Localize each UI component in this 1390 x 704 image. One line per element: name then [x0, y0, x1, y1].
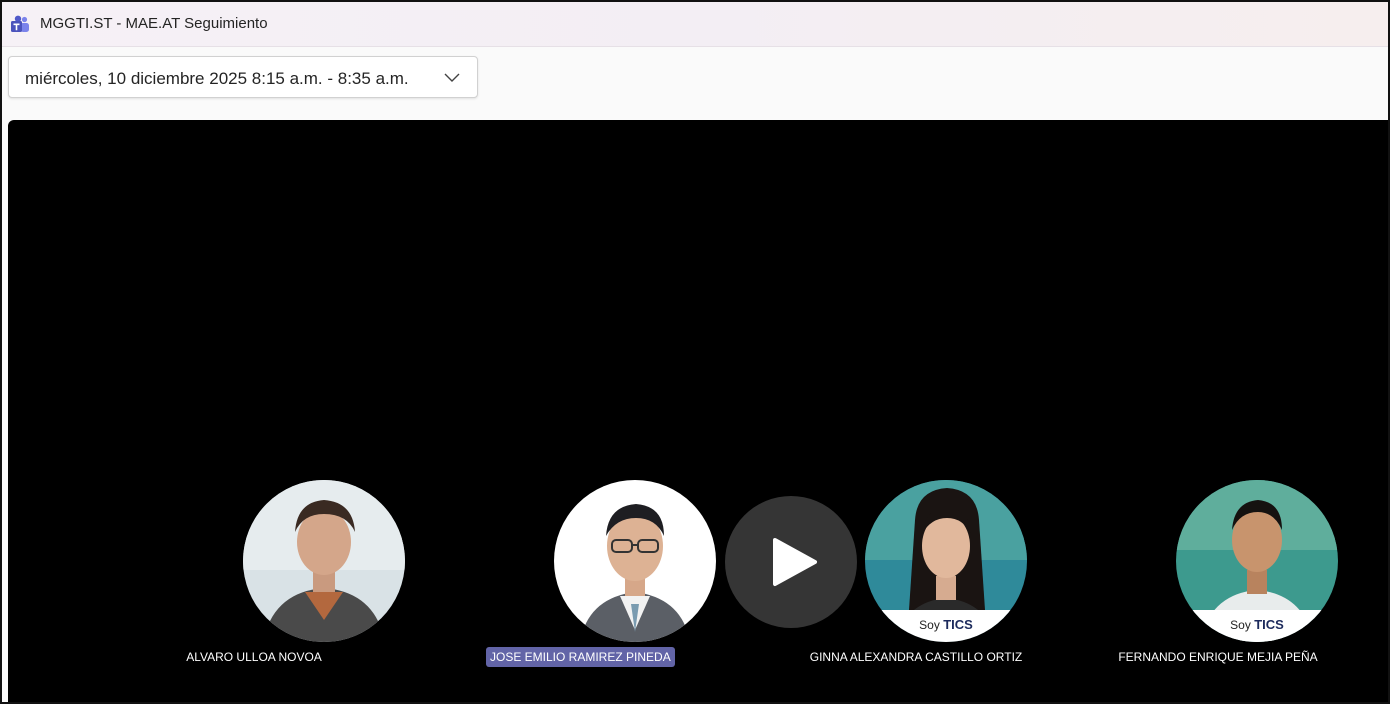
- participant-photo: [243, 480, 405, 642]
- participant-avatar: Soy TICS: [1176, 480, 1338, 642]
- participant-avatar: [243, 480, 405, 642]
- badge-brand: TICS: [943, 617, 973, 632]
- participant-avatar: Soy TICS: [865, 480, 1027, 642]
- participant-avatar: [554, 480, 716, 642]
- occurrence-date-label: miércoles, 10 diciembre 2025 8:15 a.m. -…: [25, 69, 409, 88]
- participant-name: FERNANDO ENRIQUE MEJIA PEÑA: [1118, 650, 1318, 664]
- participant-name-active: JOSE EMILIO RAMIREZ PINEDA: [486, 647, 675, 667]
- teams-icon: [11, 15, 29, 32]
- play-button[interactable]: [725, 496, 857, 628]
- occurrence-dropdown[interactable]: miércoles, 10 diciembre 2025 8:15 a.m. -…: [8, 56, 478, 98]
- badge-brand: TICS: [1254, 617, 1284, 632]
- participant-name: ALVARO ULLOA NOVOA: [186, 650, 322, 664]
- participant-name: GINNA ALEXANDRA CASTILLO ORTIZ: [809, 650, 1023, 664]
- soy-tics-badge: Soy TICS: [865, 617, 1027, 632]
- badge-prefix: Soy: [1230, 618, 1251, 632]
- badge-prefix: Soy: [919, 618, 940, 632]
- meeting-window: MGGTI.ST - MAE.AT Seguimiento miércoles,…: [0, 0, 1390, 704]
- participant-photo: [554, 480, 716, 642]
- soy-tics-badge: Soy TICS: [1176, 617, 1338, 632]
- chevron-down-icon: [444, 73, 460, 82]
- play-icon: [773, 538, 817, 586]
- video-player[interactable]: ALVARO ULLOA NOVOA JOSE EMILIO RAMIREZ P…: [8, 120, 1388, 702]
- title-bar: MGGTI.ST - MAE.AT Seguimiento: [2, 2, 1388, 47]
- window-title: MGGTI.ST - MAE.AT Seguimiento: [40, 15, 268, 32]
